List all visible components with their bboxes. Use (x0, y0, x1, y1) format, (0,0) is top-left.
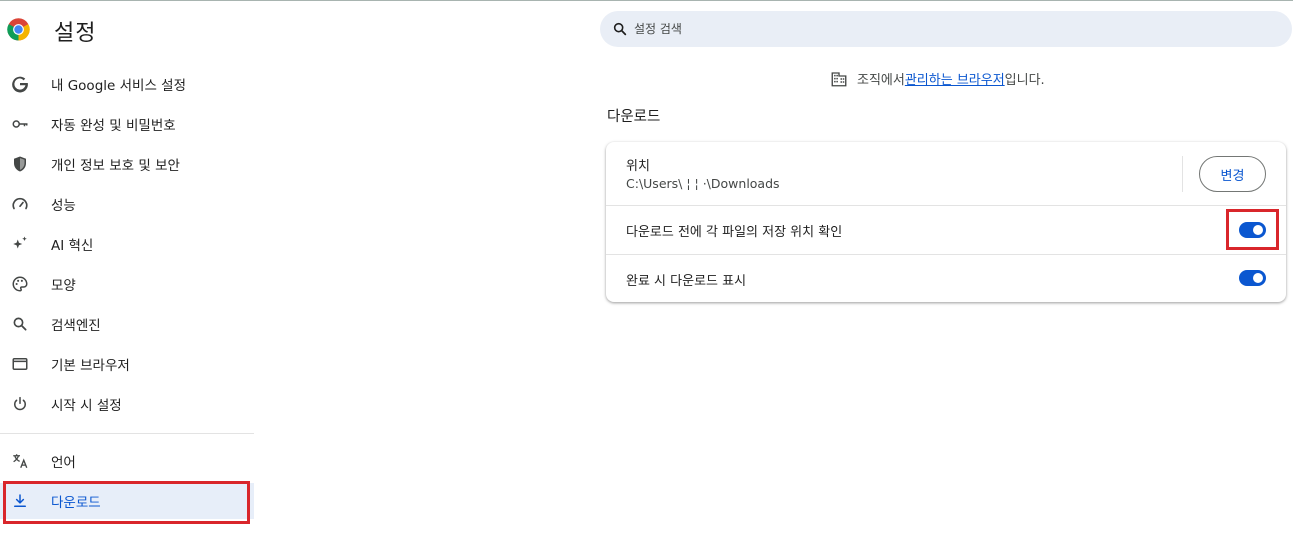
ask-where-to-save-row[interactable]: 다운로드 전에 각 파일의 저장 위치 확인 (606, 205, 1286, 254)
palette-icon (10, 274, 30, 294)
show-downloads-when-done-label: 완료 시 다운로드 표시 (626, 274, 747, 289)
sidebar-item-appearance[interactable]: 모양 (0, 266, 254, 302)
chrome-logo-icon (7, 18, 30, 41)
translate-icon (10, 451, 30, 471)
sidebar-item-search-engine[interactable]: 검색엔진 (0, 306, 254, 342)
toggle-knob (1253, 225, 1263, 235)
sidebar-item-downloads[interactable]: 다운로드 (0, 483, 254, 519)
sidebar-item-label: 기본 브라우저 (51, 358, 130, 374)
speedometer-icon (10, 194, 30, 214)
vertical-separator (1182, 156, 1183, 192)
download-icon (10, 491, 30, 511)
download-location-row: 위치 C:\Users\ ¦ ¦ ·\Downloads 변경 (606, 142, 1286, 205)
sidebar-item-label: 다운로드 (51, 495, 101, 511)
downloads-section-title: 다운로드 (607, 109, 661, 125)
sparkle-icon (10, 234, 30, 254)
ask-where-to-save-label: 다운로드 전에 각 파일의 저장 위치 확인 (626, 225, 843, 240)
sidebar-item-languages[interactable]: 언어 (0, 443, 254, 479)
sidebar-item-ai-innovation[interactable]: AI 혁신 (0, 226, 254, 262)
location-label: 위치 (626, 159, 650, 174)
sidebar-item-label: 모양 (51, 278, 76, 294)
sidebar-item-default-browser[interactable]: 기본 브라우저 (0, 346, 254, 382)
managed-text-after: 입니다. (1004, 73, 1045, 88)
page-title: 설정 (54, 21, 97, 46)
sidebar-item-performance[interactable]: 성능 (0, 186, 254, 222)
sidebar-item-label: AI 혁신 (51, 238, 94, 254)
sidebar-item-autofill[interactable]: 자동 완성 및 비밀번호 (0, 106, 254, 142)
window-top-border (0, 0, 1293, 1)
managed-text-before: 조직에서 (857, 73, 905, 88)
sidebar-item-privacy[interactable]: 개인 정보 보호 및 보안 (0, 146, 254, 182)
downloads-settings-card: 위치 C:\Users\ ¦ ¦ ·\Downloads 변경 다운로드 전에 … (606, 142, 1286, 302)
managed-browser-link[interactable]: 관리하는 브라우저 (905, 69, 1005, 88)
location-path: C:\Users\ ¦ ¦ ·\Downloads (626, 176, 780, 191)
search-input[interactable] (634, 22, 1234, 36)
managed-browser-notice: 조직에서 관리하는 브라우저 입니다. (830, 69, 1045, 88)
toggle-knob (1253, 273, 1263, 283)
sidebar-item-label: 시작 시 설정 (51, 398, 122, 414)
shield-icon (10, 154, 30, 174)
settings-search-bar[interactable] (600, 11, 1292, 47)
browser-window-icon (10, 354, 30, 374)
sidebar-item-label: 언어 (51, 455, 76, 471)
ask-where-to-save-toggle[interactable] (1239, 222, 1266, 238)
power-icon (10, 394, 30, 414)
sidebar-item-label: 개인 정보 보호 및 보안 (51, 158, 180, 174)
show-downloads-when-done-row[interactable]: 완료 시 다운로드 표시 (606, 254, 1286, 302)
sidebar-item-google-services[interactable]: 내 Google 서비스 설정 (0, 66, 254, 102)
show-downloads-when-done-toggle[interactable] (1239, 270, 1266, 286)
sidebar-item-label: 자동 완성 및 비밀번호 (51, 118, 176, 134)
sidebar-item-label: 성능 (51, 198, 76, 214)
building-icon (831, 71, 847, 86)
sidebar-item-label: 내 Google 서비스 설정 (51, 78, 186, 94)
key-icon (10, 114, 30, 134)
google-g-icon (10, 74, 30, 94)
search-icon (10, 314, 30, 334)
change-location-button[interactable]: 변경 (1199, 156, 1266, 192)
search-icon (613, 22, 627, 36)
sidebar-item-on-startup[interactable]: 시작 시 설정 (0, 386, 254, 422)
sidebar-item-label: 검색엔진 (51, 318, 101, 334)
sidebar-divider (0, 433, 254, 434)
